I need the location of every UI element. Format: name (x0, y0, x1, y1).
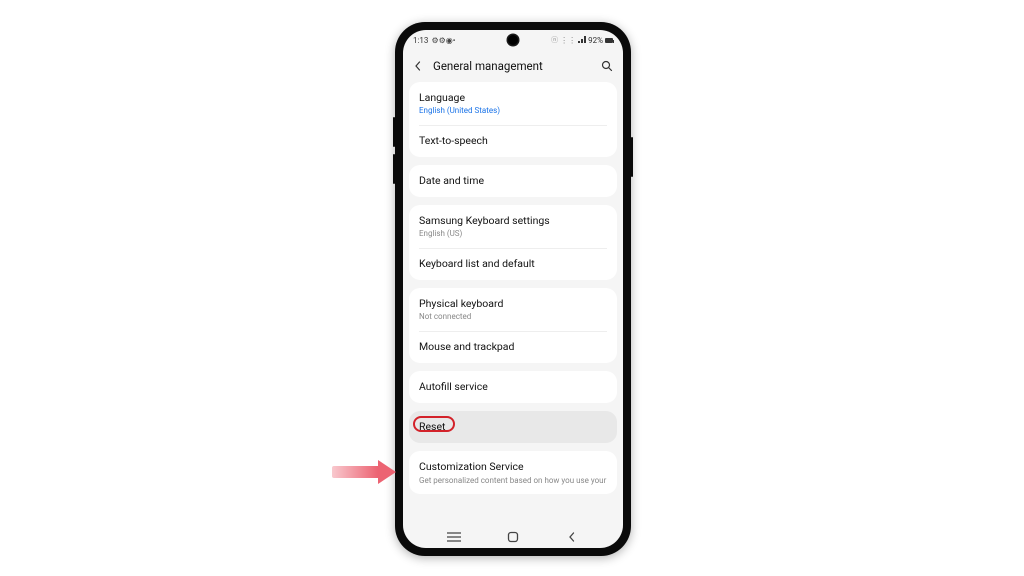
battery-text: 92% (588, 36, 603, 45)
row-title: Autofill service (419, 380, 607, 394)
row-title: Date and time (419, 174, 607, 188)
settings-content: Language English (United States) Text-to… (403, 82, 623, 526)
nfc-icon: ⓝ (551, 35, 558, 45)
wifi-icon: ⋮⋮ (560, 36, 576, 45)
row-subtitle: English (US) (419, 229, 607, 239)
row-keyboard-list[interactable]: Keyboard list and default (409, 248, 617, 280)
row-samsung-keyboard[interactable]: Samsung Keyboard settings English (US) (409, 205, 617, 248)
power-button (631, 137, 633, 177)
row-title: Language (419, 91, 607, 105)
settings-group: Samsung Keyboard settings English (US) K… (409, 205, 617, 280)
arrow-head-icon (378, 460, 396, 484)
row-text-to-speech[interactable]: Text-to-speech (409, 125, 617, 157)
app-header: General management (403, 50, 623, 82)
search-button[interactable] (601, 60, 613, 72)
volume-down-button (393, 154, 395, 184)
status-time: 1:13 (413, 36, 428, 45)
row-title: Reset (419, 420, 607, 434)
settings-group: Customization Service Get personalized c… (409, 451, 617, 494)
back-button[interactable] (413, 61, 423, 71)
page-title: General management (433, 59, 591, 73)
settings-group: Language English (United States) Text-to… (409, 82, 617, 157)
row-subtitle: Not connected (419, 312, 607, 322)
settings-group: Date and time (409, 165, 617, 197)
signal-icon (578, 36, 586, 45)
annotation-arrow (332, 460, 396, 484)
nav-home-button[interactable] (500, 531, 526, 543)
row-title: Physical keyboard (419, 297, 607, 311)
volume-up-button (393, 117, 395, 147)
status-left-icons: ⚙ ⚙ ◉ • (431, 36, 454, 45)
row-date-time[interactable]: Date and time (409, 165, 617, 197)
settings-group-highlighted: Reset (409, 411, 617, 443)
row-title: Mouse and trackpad (419, 340, 607, 354)
navigation-bar (403, 526, 623, 548)
row-mouse-trackpad[interactable]: Mouse and trackpad (409, 331, 617, 363)
row-subtitle: Get personalized content based on how yo… (419, 476, 607, 486)
row-title: Samsung Keyboard settings (419, 214, 607, 228)
arrow-shaft (332, 466, 378, 478)
battery-icon (605, 38, 613, 43)
phone-frame: 1:13 ⚙ ⚙ ◉ • ⓝ ⋮⋮ 92% General management (395, 22, 631, 556)
row-subtitle: English (United States) (419, 106, 607, 116)
settings-group: Physical keyboard Not connected Mouse an… (409, 288, 617, 363)
phone-screen: 1:13 ⚙ ⚙ ◉ • ⓝ ⋮⋮ 92% General management (403, 30, 623, 548)
row-language[interactable]: Language English (United States) (409, 82, 617, 125)
row-title: Text-to-speech (419, 134, 607, 148)
row-reset[interactable]: Reset (409, 411, 617, 443)
row-title: Keyboard list and default (419, 257, 607, 271)
row-title: Customization Service (419, 460, 607, 474)
settings-group: Autofill service (409, 371, 617, 403)
nav-recents-button[interactable] (441, 532, 467, 542)
front-camera (508, 35, 518, 45)
row-autofill[interactable]: Autofill service (409, 371, 617, 403)
nav-back-button[interactable] (559, 532, 585, 542)
row-physical-keyboard[interactable]: Physical keyboard Not connected (409, 288, 617, 331)
row-customization-service[interactable]: Customization Service Get personalized c… (409, 451, 617, 494)
